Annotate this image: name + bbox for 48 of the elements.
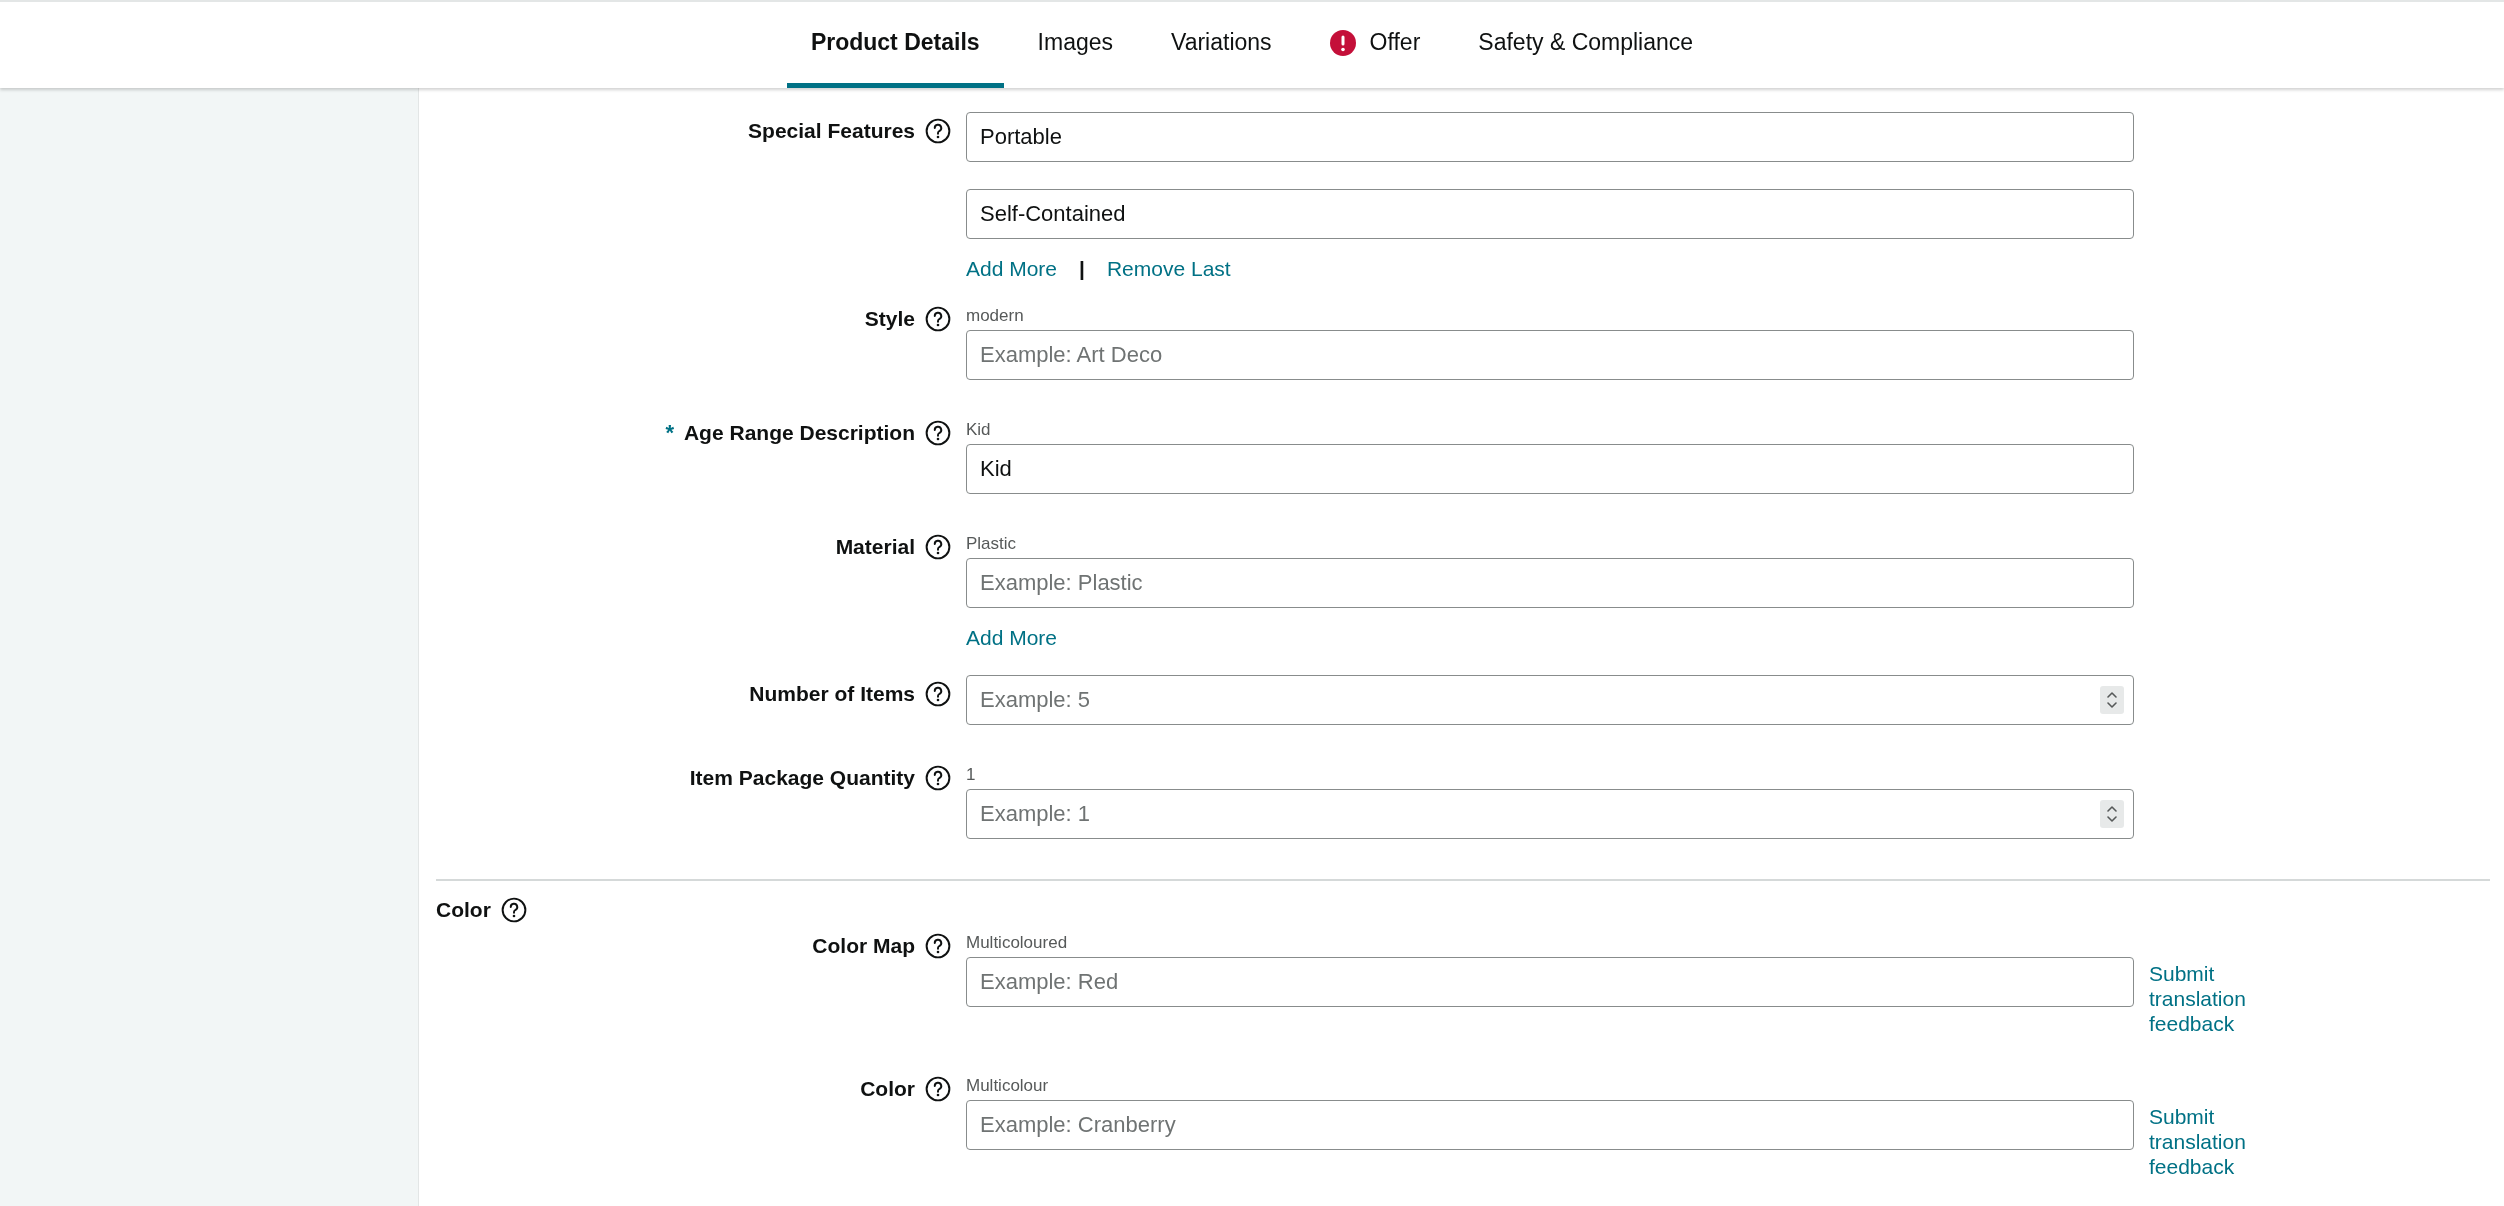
- help-icon[interactable]: [500, 897, 527, 923]
- field-label: Material: [835, 534, 915, 560]
- tab[interactable]: Images: [1013, 2, 1138, 88]
- help-icon[interactable]: [925, 1076, 951, 1102]
- field-label: Style: [864, 306, 915, 332]
- action-link[interactable]: Add More: [966, 254, 1058, 284]
- help-icon[interactable]: [925, 933, 951, 959]
- field-label: Color Map: [812, 933, 915, 959]
- separator: |: [1079, 256, 1085, 282]
- section-title: Color: [436, 898, 491, 922]
- input-field[interactable]: Example: Red: [966, 957, 2134, 1007]
- help-icon[interactable]: [925, 118, 951, 144]
- help-icon[interactable]: [925, 681, 951, 707]
- feedback-link[interactable]: Submit translation feedback: [2149, 1104, 2269, 1179]
- stepper-icon[interactable]: [2100, 800, 2124, 828]
- number-field[interactable]: Example: 5: [966, 675, 2134, 725]
- stepper-icon[interactable]: [2100, 686, 2124, 714]
- input-field[interactable]: Example: Plastic: [966, 558, 2134, 608]
- field-label: Item Package Quantity: [689, 765, 915, 791]
- input-field[interactable]: Example: Art Deco: [966, 330, 2134, 380]
- current-value-hint: Multicolour: [966, 1076, 1050, 1096]
- tab[interactable]: Offer: [1305, 2, 1445, 88]
- required-mark: *: [665, 420, 674, 446]
- number-field[interactable]: Example: 1: [966, 789, 2134, 839]
- tab[interactable]: Safety & Compliance: [1454, 2, 1718, 88]
- tab[interactable]: Product Details: [786, 2, 1004, 88]
- current-value-hint: modern: [966, 306, 1025, 326]
- action-link[interactable]: Add More: [966, 623, 1058, 653]
- help-icon[interactable]: [925, 765, 951, 791]
- tab[interactable]: Variations: [1147, 2, 1296, 88]
- input-field[interactable]: Self-Contained: [966, 189, 2134, 239]
- alert-icon: [1329, 29, 1356, 56]
- input-field[interactable]: Example: Cranberry: [966, 1100, 2134, 1150]
- help-icon[interactable]: [925, 306, 951, 332]
- action-link[interactable]: Remove Last: [1106, 254, 1231, 284]
- current-value-hint: Kid: [966, 420, 992, 440]
- current-value-hint: Multicoloured: [966, 933, 1069, 953]
- feedback-link[interactable]: Submit translation feedback: [2149, 961, 2269, 1036]
- input-field[interactable]: Kid: [966, 444, 2134, 494]
- help-icon[interactable]: [925, 420, 951, 446]
- help-icon[interactable]: [925, 534, 951, 560]
- input-field[interactable]: Portable: [966, 112, 2134, 162]
- field-label: Number of Items: [749, 681, 915, 707]
- current-value-hint: Plastic: [966, 534, 1018, 554]
- current-value-hint: 1: [966, 765, 977, 785]
- field-label: Age Range Description: [683, 420, 915, 446]
- field-label: Color: [860, 1076, 915, 1102]
- field-label: Special Features: [748, 118, 915, 144]
